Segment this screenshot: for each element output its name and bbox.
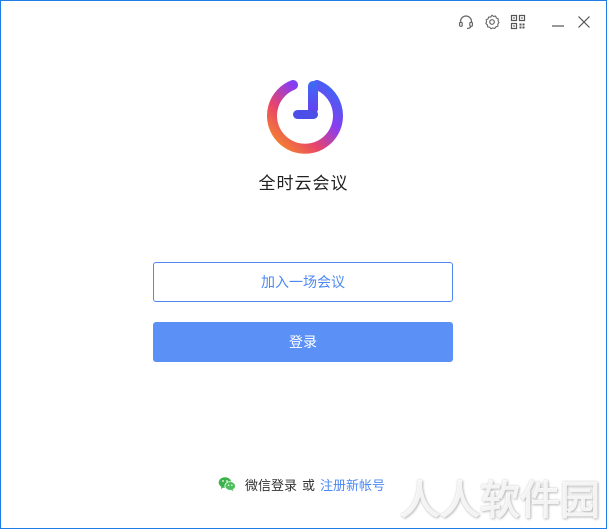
or-separator: 或 <box>302 478 316 494</box>
app-name: 全时云会议 <box>258 174 349 194</box>
app-logo-icon <box>263 77 345 159</box>
app-window: 全时云会议 加入一场会议 登录 微信登录 或 注册新帐号 人人软件园 <box>0 0 607 529</box>
register-link[interactable]: 注册新帐号 <box>320 475 385 494</box>
login-button[interactable]: 登录 <box>153 322 453 362</box>
wechat-icon[interactable] <box>218 476 236 492</box>
titlebar-controls <box>458 14 592 30</box>
minimize-icon[interactable] <box>550 14 566 30</box>
headset-icon[interactable] <box>458 14 474 30</box>
wechat-login-link[interactable]: 微信登录 <box>245 475 297 494</box>
qr-code-icon[interactable] <box>510 14 526 30</box>
footer-links: 微信登录 或 注册新帐号 <box>218 475 385 494</box>
join-meeting-button[interactable]: 加入一场会议 <box>153 262 453 302</box>
gear-icon[interactable] <box>484 14 500 30</box>
watermark: 人人软件园 <box>400 478 600 524</box>
close-icon[interactable] <box>576 14 592 30</box>
